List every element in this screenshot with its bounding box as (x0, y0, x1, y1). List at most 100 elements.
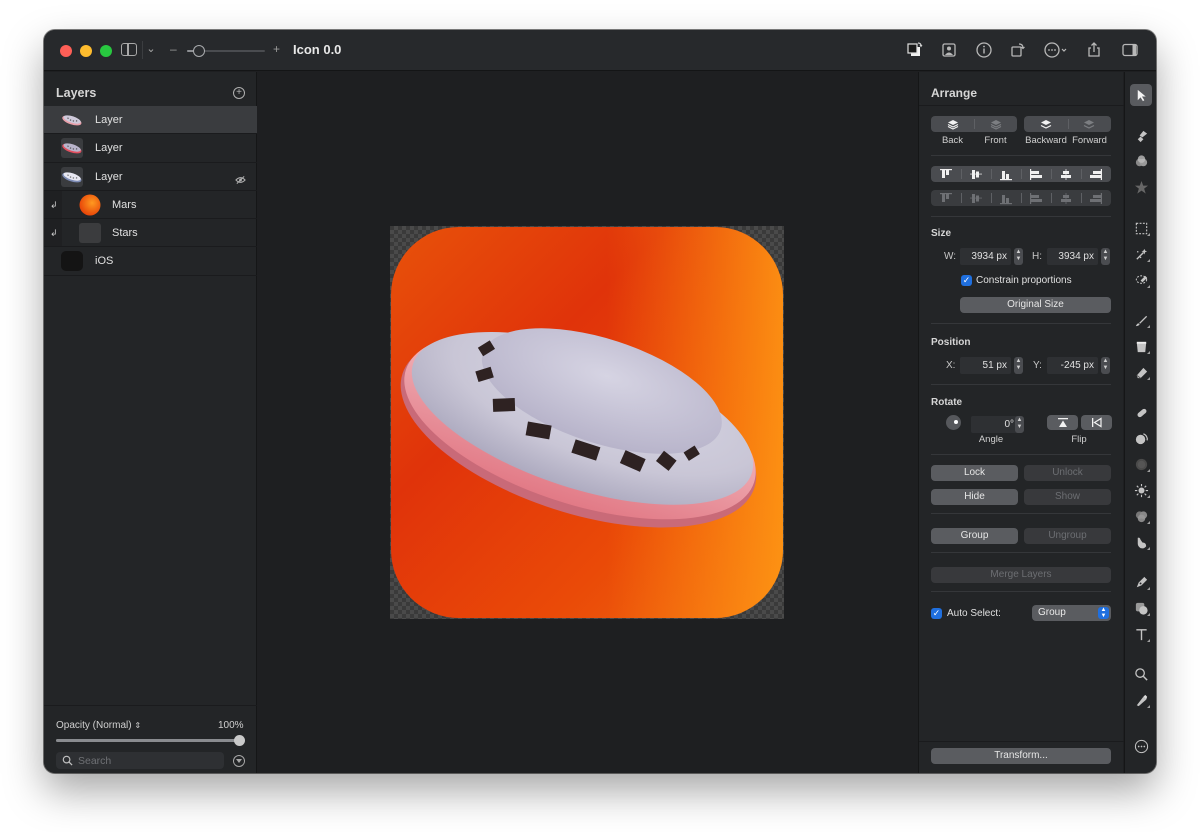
tool-arrow-selection[interactable] (1130, 84, 1152, 106)
layer-row-layer[interactable]: Layer (44, 106, 257, 135)
hidden-eye-icon[interactable] (235, 172, 246, 184)
tool-magic-wand[interactable] (1130, 243, 1152, 265)
back-button[interactable] (931, 116, 974, 132)
tool-color-picker[interactable] (1130, 689, 1152, 711)
backward-button[interactable] (1024, 116, 1068, 132)
tool-eraser[interactable] (1130, 361, 1152, 383)
canvas-area[interactable] (258, 72, 918, 773)
hide-button[interactable]: Hide (931, 489, 1018, 505)
height-stepper[interactable]: ▲ ▼ (1101, 248, 1110, 265)
close-window-button[interactable] (60, 45, 72, 57)
zoom-in-button[interactable]: + (273, 42, 280, 56)
clipping-mask-icon: ↲ (50, 228, 58, 239)
original-size-button[interactable]: Original Size (960, 297, 1111, 313)
tool-paint-bucket-style[interactable] (1130, 124, 1152, 146)
width-stepper[interactable]: ▲ ▼ (1014, 248, 1023, 265)
tool-lasso-select[interactable] (1130, 269, 1152, 291)
y-position-stepper[interactable]: ▲ ▼ (1101, 357, 1110, 374)
auto-select-value: Group (1038, 607, 1066, 618)
distribute-left-button[interactable] (1021, 190, 1051, 206)
sidebar-toggle-icon[interactable] (121, 43, 137, 56)
layer-row-stars[interactable]: ↲ Stars (44, 219, 257, 248)
opacity-blend-dropdown[interactable]: Opacity (Normal) ⇕ (56, 720, 141, 731)
info-icon[interactable] (973, 39, 995, 61)
tool-blur[interactable] (1130, 453, 1152, 475)
angle-stepper[interactable]: ▲ ▼ (1015, 416, 1024, 433)
align-bottom-button[interactable] (991, 166, 1021, 182)
plus-circle-icon[interactable]: + (233, 87, 245, 99)
tool-smudge[interactable] (1130, 531, 1152, 553)
opacity-slider[interactable] (56, 735, 245, 746)
flip-vertical-button[interactable] (1047, 415, 1078, 430)
arrange-layers-icon[interactable] (904, 39, 926, 61)
tool-more-tools[interactable] (1130, 735, 1152, 757)
tool-clone[interactable] (1130, 427, 1152, 449)
portrait-icon[interactable] (938, 39, 960, 61)
x-position-stepper[interactable]: ▲ ▼ (1014, 357, 1023, 374)
align-top-button[interactable] (931, 166, 961, 182)
distribute-vertical-center-button[interactable] (961, 190, 991, 206)
artwork-canvas[interactable] (390, 226, 784, 619)
tool-zoom[interactable] (1130, 663, 1152, 685)
layer-row-layer[interactable]: Layer (44, 163, 257, 191)
distribute-top-button[interactable] (931, 190, 961, 206)
layer-row-layer[interactable]: Layer (44, 134, 257, 163)
chevron-down-icon[interactable]: ⌄ (145, 42, 157, 55)
angle-field[interactable] (971, 416, 1018, 433)
distribute-right-button[interactable] (1081, 190, 1111, 206)
show-button[interactable]: Show (1024, 489, 1111, 505)
tool-light[interactable] (1130, 479, 1152, 501)
opacity-slider-knob[interactable] (234, 735, 245, 746)
tool-color-adjust[interactable] (1130, 150, 1152, 172)
bring-forward-icon (1083, 119, 1095, 129)
group-button[interactable]: Group (931, 528, 1018, 544)
align-vertical-center-button[interactable] (961, 166, 991, 182)
tool-bandage-repair[interactable] (1130, 401, 1152, 423)
ungroup-button[interactable]: Ungroup (1024, 528, 1111, 544)
tool-effects-star[interactable] (1130, 176, 1152, 198)
tool-brush[interactable] (1130, 309, 1152, 331)
tool-pen[interactable] (1130, 571, 1152, 593)
more-options-icon[interactable] (1041, 39, 1071, 61)
distribute-bottom-button[interactable] (991, 190, 1021, 206)
angle-dial[interactable] (946, 415, 961, 430)
align-left-button[interactable] (1021, 166, 1051, 182)
distribute-horizontal-center-button[interactable] (1051, 190, 1081, 206)
front-button[interactable] (974, 116, 1017, 132)
lock-button[interactable]: Lock (931, 465, 1018, 481)
zoom-slider[interactable] (187, 45, 265, 57)
tool-fill-bucket[interactable] (1130, 335, 1152, 357)
auto-select-checkbox[interactable]: ✓ (931, 608, 942, 619)
x-position-field[interactable] (960, 357, 1011, 374)
rotate-canvas-icon[interactable] (1007, 39, 1029, 61)
unlock-button[interactable]: Unlock (1024, 465, 1111, 481)
layer-thumbnail (61, 110, 83, 130)
title-bar: ⌄ – + Icon 0.0 (44, 30, 1156, 71)
tool-text[interactable] (1130, 623, 1152, 645)
width-field[interactable] (960, 248, 1011, 265)
y-position-field[interactable] (1047, 357, 1098, 374)
constrain-proportions-checkbox[interactable]: ✓ (961, 275, 972, 286)
align-horizontal-center-button[interactable] (1051, 166, 1081, 182)
height-field[interactable] (1047, 248, 1098, 265)
tool-rect-select[interactable] (1130, 217, 1152, 239)
sidebar-right-icon[interactable] (1119, 39, 1141, 61)
maximize-window-button[interactable] (100, 45, 112, 57)
share-icon[interactable] (1083, 39, 1105, 61)
layer-row-ios[interactable]: iOS (44, 247, 257, 276)
tool-shape[interactable] (1130, 597, 1152, 619)
forward-button[interactable] (1067, 116, 1112, 132)
tool-color-blend[interactable] (1130, 505, 1152, 527)
zoom-out-button[interactable]: – (170, 42, 177, 56)
transform-button[interactable]: Transform... (931, 748, 1111, 764)
submenu-indicator-icon (1147, 639, 1150, 642)
auto-select-dropdown[interactable]: Group ▲ ▼ (1032, 605, 1111, 621)
layer-row-mars[interactable]: ↲ Mars (44, 190, 257, 220)
zoom-slider-knob[interactable] (192, 45, 205, 57)
flip-horizontal-button[interactable] (1081, 415, 1112, 430)
layer-search-input[interactable] (78, 753, 218, 768)
merge-layers-button[interactable]: Merge Layers (931, 567, 1111, 583)
align-right-button[interactable] (1081, 166, 1111, 182)
filter-icon[interactable] (233, 755, 245, 767)
minimize-window-button[interactable] (80, 45, 92, 57)
